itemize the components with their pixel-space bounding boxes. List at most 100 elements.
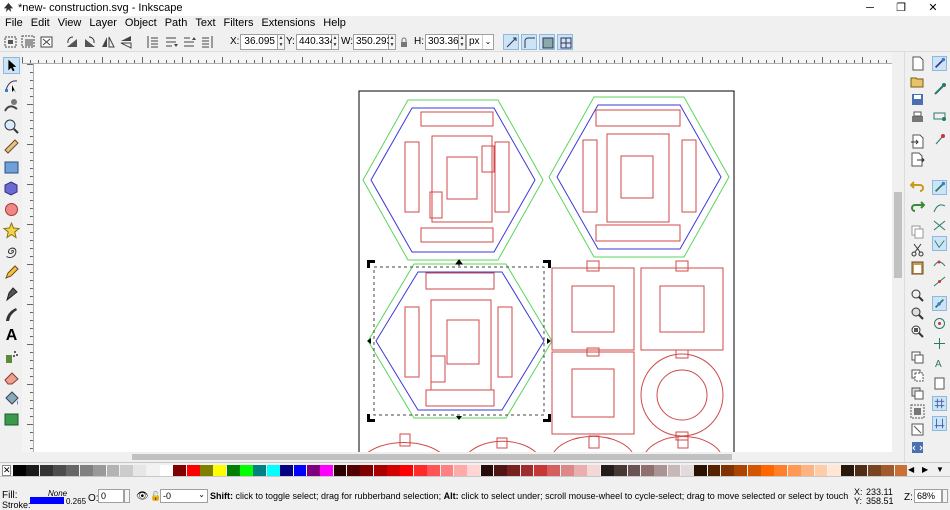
ungroup-button[interactable] — [910, 422, 925, 437]
color-swatch[interactable] — [93, 465, 106, 476]
menu-text[interactable]: Text — [192, 16, 218, 30]
flip-horizontal-button[interactable] — [100, 34, 116, 50]
import-button[interactable] — [910, 134, 925, 149]
spiral-tool[interactable] — [3, 243, 20, 260]
color-swatch[interactable] — [627, 465, 641, 476]
copy-button[interactable] — [910, 224, 925, 239]
stroke-width[interactable]: 0.265 — [66, 497, 86, 506]
color-swatch[interactable] — [560, 465, 574, 476]
paste-button[interactable] — [910, 260, 925, 275]
lower-button[interactable] — [163, 34, 179, 50]
maximize-button[interactable]: ❐ — [886, 0, 916, 16]
snap-intersection-button[interactable] — [932, 218, 947, 233]
color-swatch[interactable] — [280, 465, 294, 476]
horizontal-ruler[interactable] — [22, 52, 892, 64]
eraser-tool[interactable] — [3, 369, 20, 386]
color-swatch[interactable] — [600, 465, 614, 476]
snap-bbox-edge-button[interactable] — [932, 108, 947, 123]
snap-smooth-button[interactable] — [932, 256, 947, 271]
color-swatch[interactable] — [894, 465, 908, 476]
clone-button[interactable] — [910, 368, 925, 383]
zoom-spinner[interactable] — [942, 489, 948, 503]
color-swatch[interactable] — [360, 465, 374, 476]
menu-path[interactable]: Path — [162, 16, 191, 30]
text-tool[interactable]: A — [3, 327, 20, 344]
lock-ratio-button[interactable] — [396, 34, 412, 50]
color-swatch[interactable] — [333, 465, 347, 476]
w-spinner[interactable]: ▲ ▼ — [389, 34, 396, 50]
palette-menu-icon[interactable]: ▼ — [936, 465, 946, 476]
rect-tool[interactable] — [3, 159, 20, 176]
raise-to-top-button[interactable] — [199, 34, 215, 50]
snap-bbox-corner-button[interactable] — [932, 132, 947, 147]
star-tool[interactable] — [2, 221, 21, 239]
scale-stroke-toggle[interactable] — [503, 34, 519, 50]
measure-tool[interactable] — [3, 138, 20, 155]
color-swatch[interactable] — [373, 465, 387, 476]
horizontal-scrollbar[interactable] — [22, 452, 892, 462]
menu-layer[interactable]: Layer — [86, 16, 120, 30]
color-swatch[interactable] — [761, 465, 774, 476]
open-doc-button[interactable] — [910, 74, 925, 89]
snap-bbox-button[interactable] — [932, 82, 947, 97]
color-swatch[interactable] — [119, 465, 133, 476]
color-swatch[interactable] — [587, 465, 601, 476]
gradient-tool[interactable] — [3, 411, 20, 428]
menu-object[interactable]: Object — [122, 16, 160, 30]
color-swatch[interactable] — [574, 465, 587, 476]
color-swatch[interactable] — [13, 465, 26, 476]
color-swatch[interactable] — [493, 465, 507, 476]
color-swatch[interactable] — [787, 465, 801, 476]
canvas[interactable] — [34, 64, 892, 452]
color-swatch[interactable] — [734, 465, 748, 476]
color-swatch[interactable] — [159, 465, 173, 476]
layer-select[interactable]: -0 ⌄ — [160, 489, 208, 503]
raise-button[interactable] — [181, 34, 197, 50]
color-swatch[interactable] — [453, 465, 467, 476]
menu-help[interactable]: Help — [320, 16, 349, 30]
zoom-selection-button[interactable] — [910, 288, 925, 303]
color-swatch[interactable] — [266, 465, 280, 476]
xml-editor-button[interactable] — [910, 440, 925, 455]
scale-corners-toggle[interactable] — [521, 34, 537, 50]
color-swatch[interactable] — [801, 465, 814, 476]
x-spinner[interactable]: ▲ ▼ — [278, 34, 285, 50]
y-field[interactable]: 440.334 — [296, 34, 335, 50]
color-swatch[interactable] — [400, 465, 414, 476]
rotate-ccw-button[interactable] — [64, 34, 80, 50]
menu-edit[interactable]: Edit — [28, 16, 53, 30]
cut-button[interactable] — [910, 242, 925, 257]
color-swatch[interactable] — [347, 465, 360, 476]
menu-view[interactable]: View — [55, 16, 85, 30]
export-button[interactable] — [910, 152, 925, 167]
snap-cusp-button[interactable] — [932, 236, 947, 251]
palette-scroll-right-icon[interactable]: ▶ — [922, 465, 932, 476]
deselect-button[interactable] — [39, 34, 55, 50]
menu-file[interactable]: File — [2, 16, 26, 30]
lower-to-bottom-button[interactable] — [145, 34, 161, 50]
color-swatch[interactable] — [253, 465, 267, 476]
color-swatch[interactable] — [480, 465, 494, 476]
snap-path-button[interactable] — [932, 200, 947, 215]
save-doc-button[interactable] — [910, 92, 925, 107]
snap-rotation-center-button[interactable] — [932, 336, 947, 351]
select-all-layers-button[interactable] — [21, 34, 37, 50]
color-swatch[interactable] — [640, 465, 654, 476]
color-swatch[interactable] — [654, 465, 668, 476]
color-swatch[interactable] — [547, 465, 561, 476]
color-swatch[interactable] — [440, 465, 454, 476]
color-swatch[interactable] — [146, 465, 160, 476]
color-swatch[interactable] — [66, 465, 80, 476]
color-swatch[interactable] — [240, 465, 253, 476]
pen-tool[interactable] — [3, 285, 20, 302]
color-swatch[interactable] — [694, 465, 708, 476]
x-field[interactable]: 36.095 — [240, 34, 278, 50]
palette-scroll-left-icon[interactable]: ◀ — [908, 465, 918, 476]
snap-text-baseline-button[interactable]: A — [932, 356, 947, 371]
selector-tool[interactable] — [3, 57, 20, 74]
rotate-cw-button[interactable] — [82, 34, 98, 50]
color-swatch[interactable] — [507, 465, 521, 476]
undo-button[interactable] — [909, 178, 925, 193]
stroke-swatch[interactable] — [30, 497, 64, 504]
color-swatch[interactable] — [867, 465, 881, 476]
